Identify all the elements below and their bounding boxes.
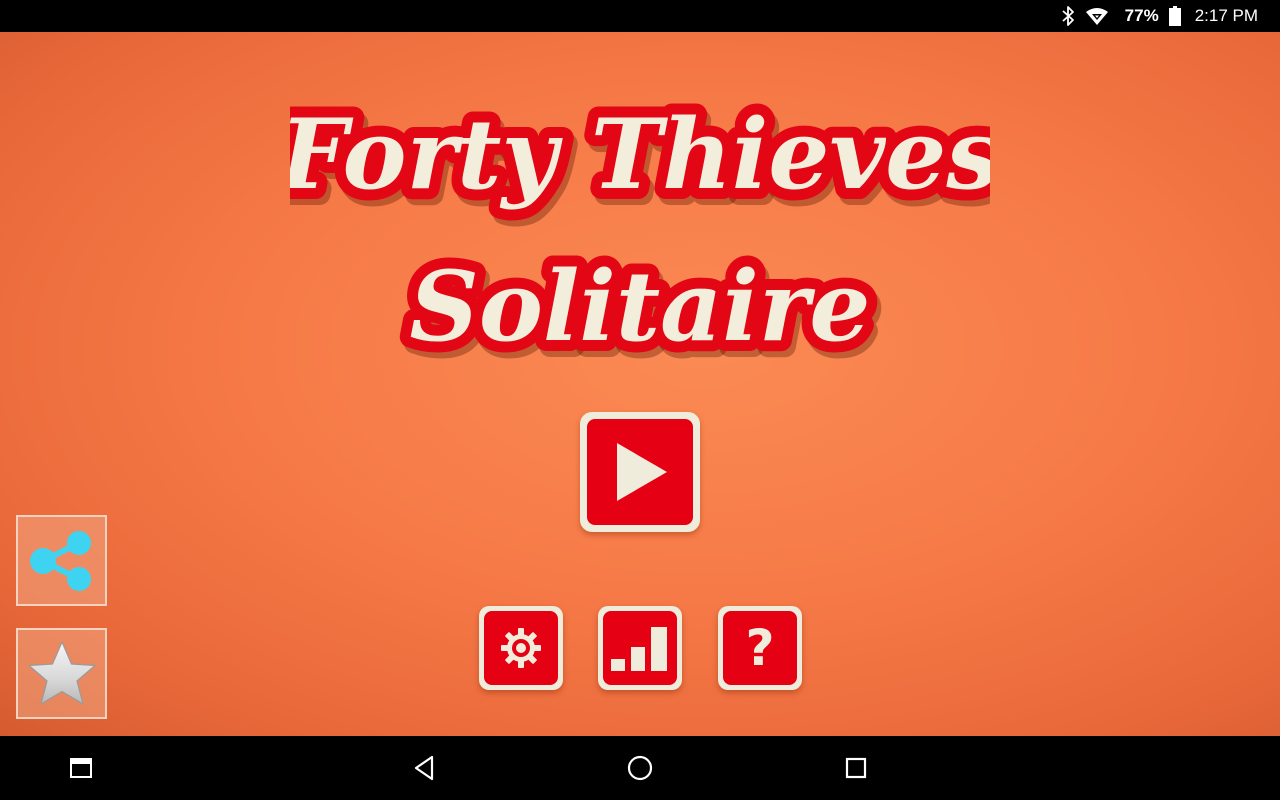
back-icon	[414, 755, 434, 781]
statistics-button-face	[603, 611, 677, 685]
battery-icon	[1168, 6, 1181, 26]
rate-button[interactable]	[16, 628, 107, 719]
back-button[interactable]	[404, 748, 444, 788]
navigation-bar	[0, 736, 1280, 800]
play-button[interactable]	[580, 412, 700, 532]
overview-icon	[845, 757, 867, 779]
title-line2: Solitaire	[410, 250, 871, 363]
play-button-face	[587, 419, 693, 525]
wifi-icon	[1085, 6, 1109, 26]
status-bar: 77% 2:17 PM	[0, 0, 1280, 32]
home-icon	[627, 755, 653, 781]
app-window-button[interactable]	[61, 748, 101, 788]
statistics-button[interactable]	[598, 606, 682, 690]
title-line1: Forty Thieves	[290, 98, 990, 211]
star-icon	[27, 640, 96, 705]
game-title: Forty Thieves Solitaire Forty Thieves So…	[290, 87, 990, 380]
bar-chart-icon	[611, 627, 667, 671]
status-icons: 77% 2:17 PM	[1061, 0, 1258, 32]
main-menu: Forty Thieves Solitaire Forty Thieves So…	[0, 32, 1280, 736]
home-button[interactable]	[620, 748, 660, 788]
clock: 2:17 PM	[1194, 6, 1258, 25]
app-screen: 77% 2:17 PM Forty Thieves Solitaire Fort…	[0, 0, 1280, 800]
share-button[interactable]	[16, 515, 107, 606]
help-button[interactable]: ?	[718, 606, 802, 690]
settings-button-face	[484, 611, 558, 685]
help-button-face: ?	[723, 611, 797, 685]
battery-percent: 77%	[1124, 6, 1159, 25]
overview-button[interactable]	[836, 748, 876, 788]
share-icon	[29, 530, 91, 591]
play-icon	[617, 443, 667, 501]
gear-icon	[501, 628, 541, 668]
app-window-icon	[70, 758, 92, 778]
settings-button[interactable]	[479, 606, 563, 690]
bluetooth-icon	[1061, 5, 1075, 27]
question-mark-icon: ?	[745, 619, 775, 677]
